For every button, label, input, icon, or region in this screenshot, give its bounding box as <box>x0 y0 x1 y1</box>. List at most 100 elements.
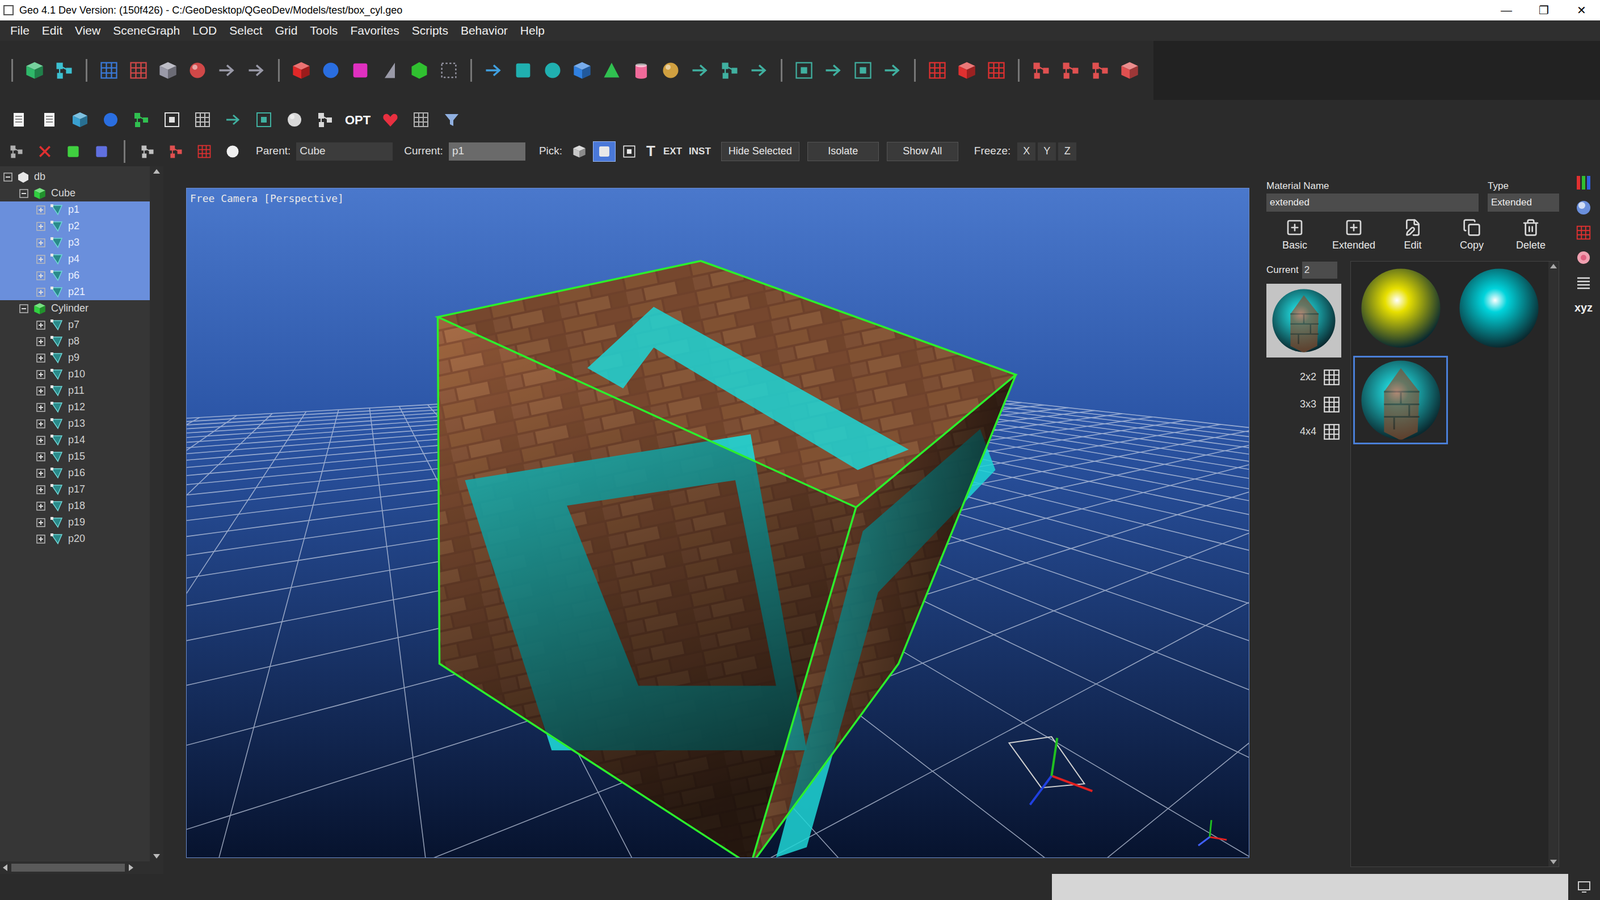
preview-grid-option[interactable]: 4x4 <box>1299 422 1342 442</box>
freeze-axis-button[interactable]: Y <box>1037 142 1056 161</box>
menu-item[interactable]: Grid <box>270 21 303 40</box>
toolbar-button[interactable] <box>434 55 464 86</box>
toolbar-button[interactable] <box>655 55 686 86</box>
pick-inst-mode[interactable]: INST <box>686 144 714 159</box>
expand-icon[interactable] <box>36 468 46 478</box>
menu-item[interactable]: Tools <box>305 21 343 40</box>
tree-horizontal-scrollbar[interactable] <box>0 861 164 874</box>
expand-icon[interactable] <box>36 386 46 396</box>
toolbar-button[interactable] <box>60 140 87 163</box>
tree-row[interactable]: p20 <box>0 530 150 547</box>
cube-model[interactable] <box>438 260 1017 858</box>
toolbar-button[interactable] <box>49 55 79 86</box>
current-field[interactable]: p1 <box>448 142 526 161</box>
material-action-button[interactable]: Edit <box>1384 218 1442 254</box>
material-swatch[interactable] <box>1353 263 1448 353</box>
toolbar-button[interactable] <box>279 105 310 134</box>
tree-row[interactable]: p17 <box>0 481 150 498</box>
toolbar-button[interactable] <box>286 55 317 86</box>
tree-row[interactable]: p6 <box>0 267 150 284</box>
parent-field[interactable]: Cube <box>296 142 393 161</box>
toolbar-button[interactable] <box>596 55 627 86</box>
expand-icon[interactable] <box>36 501 46 511</box>
opt-button[interactable]: OPT <box>340 107 376 133</box>
toolbar-button[interactable] <box>714 55 745 86</box>
pick-text-mode[interactable]: T <box>642 140 659 163</box>
expand-icon[interactable] <box>36 452 46 462</box>
menu-item[interactable]: Help <box>515 21 550 40</box>
toolbar-button[interactable] <box>123 55 154 86</box>
material-swatch[interactable] <box>1353 355 1448 445</box>
toolbar-button[interactable] <box>345 55 376 86</box>
toolbar-button[interactable] <box>567 55 597 86</box>
expand-icon[interactable] <box>36 518 46 528</box>
tree-row[interactable]: p15 <box>0 448 150 465</box>
freeze-axis-button[interactable]: Z <box>1058 142 1077 161</box>
list-icon[interactable] <box>1575 274 1593 292</box>
expand-icon[interactable] <box>36 534 46 544</box>
toolbar-button[interactable] <box>1026 55 1056 86</box>
expand-icon[interactable] <box>36 271 46 281</box>
window-control[interactable]: — <box>1487 0 1526 21</box>
expand-icon[interactable] <box>36 221 46 231</box>
toolbar-button[interactable] <box>156 105 188 134</box>
toolbar-button[interactable] <box>125 105 157 134</box>
toolbar-button[interactable] <box>134 140 161 163</box>
tree-row[interactable]: db <box>0 168 150 185</box>
toolbar-button[interactable] <box>952 55 982 86</box>
toolbar-button[interactable] <box>219 140 246 163</box>
toolbar-button[interactable] <box>537 55 568 86</box>
toolbar-button[interactable] <box>153 55 183 86</box>
tree-row[interactable]: p21 <box>0 283 150 301</box>
monitor-icon[interactable] <box>1577 880 1591 894</box>
current-material-field[interactable]: 2 <box>1302 261 1338 279</box>
toolbar-button[interactable] <box>685 55 715 86</box>
expand-icon[interactable] <box>36 238 46 248</box>
view-filter-button[interactable]: Hide Selected <box>721 141 800 162</box>
toolbar-button[interactable] <box>187 105 218 134</box>
expand-icon[interactable] <box>36 485 46 495</box>
material-action-button[interactable]: Delete <box>1502 218 1560 254</box>
toolbar-button[interactable] <box>88 140 115 163</box>
toolbar-button[interactable] <box>31 140 58 163</box>
toolbar-button[interactable] <box>217 105 249 134</box>
expand-icon[interactable] <box>36 337 46 347</box>
toolbar-button[interactable] <box>405 105 437 134</box>
tree-row[interactable]: p3 <box>0 234 150 251</box>
menu-item[interactable]: Behavior <box>456 21 513 40</box>
expand-icon[interactable] <box>36 419 46 429</box>
window-control[interactable]: ✕ <box>1562 0 1600 21</box>
tree-row[interactable]: p11 <box>0 382 150 399</box>
toolbar-button[interactable] <box>316 55 346 86</box>
collapse-icon[interactable] <box>3 172 13 182</box>
toolbar-button[interactable] <box>212 55 242 86</box>
tree-row[interactable]: p19 <box>0 514 150 531</box>
collapse-icon[interactable] <box>19 304 29 314</box>
menu-item[interactable]: File <box>5 21 35 40</box>
toolbar-button[interactable] <box>1085 55 1115 86</box>
toolbar-button[interactable] <box>478 55 509 86</box>
tree-row[interactable]: p8 <box>0 333 150 350</box>
toolbar-button[interactable] <box>508 55 538 86</box>
toolbar-button[interactable] <box>248 105 280 134</box>
toolbar-button[interactable] <box>848 55 878 86</box>
toolbar-button[interactable] <box>375 55 405 86</box>
toolbar-button[interactable] <box>436 105 467 134</box>
axis-gizmo[interactable] <box>1008 736 1093 805</box>
preview-grid-option[interactable]: 2x2 <box>1299 367 1342 387</box>
toolbar-button[interactable] <box>19 55 50 86</box>
toolbar-button[interactable] <box>404 55 435 86</box>
pick-mode-button[interactable] <box>567 141 591 162</box>
preview-grid-option[interactable]: 3x3 <box>1299 394 1342 415</box>
material-type-field[interactable]: Extended <box>1487 193 1560 212</box>
tree-row[interactable]: p9 <box>0 349 150 366</box>
tree-row[interactable]: p16 <box>0 464 150 482</box>
tree-row[interactable]: p12 <box>0 398 150 416</box>
collapse-icon[interactable] <box>19 188 29 199</box>
toolbar-button[interactable] <box>191 140 218 163</box>
tree-row[interactable]: p14 <box>0 431 150 449</box>
expand-icon[interactable] <box>36 205 46 215</box>
expand-icon[interactable] <box>36 254 46 264</box>
window-control[interactable]: ❐ <box>1525 0 1563 21</box>
scroll-right-icon[interactable] <box>128 863 134 872</box>
